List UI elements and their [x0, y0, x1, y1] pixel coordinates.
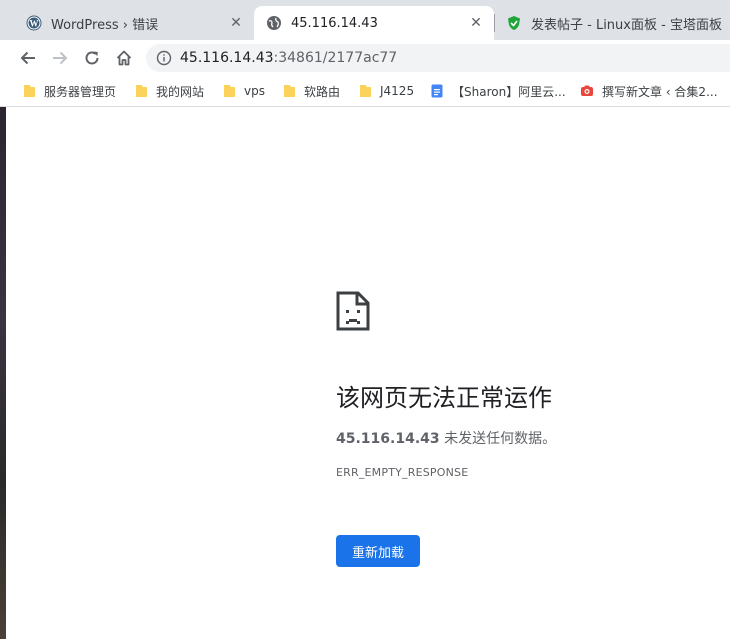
refresh-icon [85, 51, 99, 65]
tab-title: 45.116.14.43 [291, 15, 378, 31]
error-message: 45.116.14.43 未发送任何数据。 [336, 428, 556, 448]
address-bar[interactable]: 45.116.14.43:34861/2177ac77 [146, 44, 730, 72]
camera-icon [580, 84, 594, 98]
tab-strip: W WordPress › 错误 ✕ 45.116.14.43 ✕ 发表帖子 -… [0, 0, 730, 40]
reload-button[interactable]: 重新加载 [336, 535, 420, 567]
bookmark-sharon-aliyun[interactable]: 【Sharon】阿里云... [430, 81, 566, 101]
bookmarks-bar: 服务器管理页 我的网站 vps 软路由 J4125 【Sharon】阿里云...… [0, 76, 730, 107]
folder-icon [22, 84, 36, 98]
close-icon[interactable]: ✕ [228, 15, 244, 31]
bookmark-label: 软路由 [304, 84, 341, 99]
folder-icon [134, 84, 148, 98]
tab-active[interactable]: 45.116.14.43 ✕ [254, 6, 494, 40]
close-icon[interactable]: ✕ [468, 15, 484, 31]
toolbar: 45.116.14.43:34861/2177ac77 [0, 40, 730, 76]
bookmark-write-post[interactable]: 撰写新文章 ‹ 合集2... [580, 81, 718, 101]
info-icon[interactable] [156, 50, 172, 66]
forward-button[interactable] [46, 44, 74, 72]
tab-title: 发表帖子 - Linux面板 - 宝塔面板 [531, 17, 722, 33]
bookmark-vps[interactable]: vps [222, 81, 265, 101]
home-icon [116, 50, 132, 66]
wordpress-icon: W [26, 15, 42, 31]
error-message-text: 未发送任何数据。 [439, 431, 557, 447]
sad-page-icon [336, 291, 370, 331]
bookmark-label: 撰写新文章 ‹ 合集2... [602, 84, 718, 99]
error-code: ERR_EMPTY_RESPONSE [336, 466, 469, 479]
bookmark-server-admin[interactable]: 服务器管理页 [22, 81, 116, 101]
reload-toolbar-button[interactable] [78, 44, 106, 72]
bookmark-j4125[interactable]: J4125 [358, 81, 414, 101]
bt-shield-icon [506, 15, 522, 31]
error-host: 45.116.14.43 [336, 431, 440, 447]
svg-text:W: W [30, 19, 39, 29]
bookmark-soft-router[interactable]: 软路由 [282, 81, 340, 101]
tab-title: WordPress › 错误 [51, 17, 159, 33]
error-title: 该网页无法正常运作 [336, 384, 552, 412]
bookmark-label: 【Sharon】阿里云... [452, 84, 566, 99]
arrow-right-icon [53, 51, 68, 65]
back-button[interactable] [14, 44, 42, 72]
bookmark-label: 服务器管理页 [44, 84, 117, 99]
folder-icon [282, 84, 296, 98]
bookmark-my-sites[interactable]: 我的网站 [134, 81, 204, 101]
bookmark-label: 我的网站 [156, 84, 205, 99]
tab-wordpress[interactable]: W WordPress › 错误 ✕ [14, 6, 254, 40]
bookmark-label: vps [244, 84, 265, 98]
arrow-left-icon [20, 51, 35, 65]
tab-bt-panel[interactable]: 发表帖子 - Linux面板 - 宝塔面板 [494, 6, 730, 40]
folder-icon [222, 84, 236, 98]
url-text: 45.116.14.43:34861/2177ac77 [180, 50, 397, 66]
folder-icon [358, 84, 372, 98]
desktop-edge [0, 107, 6, 639]
bookmark-label: J4125 [380, 84, 415, 98]
doc-icon [430, 84, 444, 98]
home-button[interactable] [110, 44, 138, 72]
url-host: 45.116.14.43 [180, 50, 274, 66]
url-path: :34861/2177ac77 [273, 50, 398, 66]
globe-icon [266, 15, 282, 31]
